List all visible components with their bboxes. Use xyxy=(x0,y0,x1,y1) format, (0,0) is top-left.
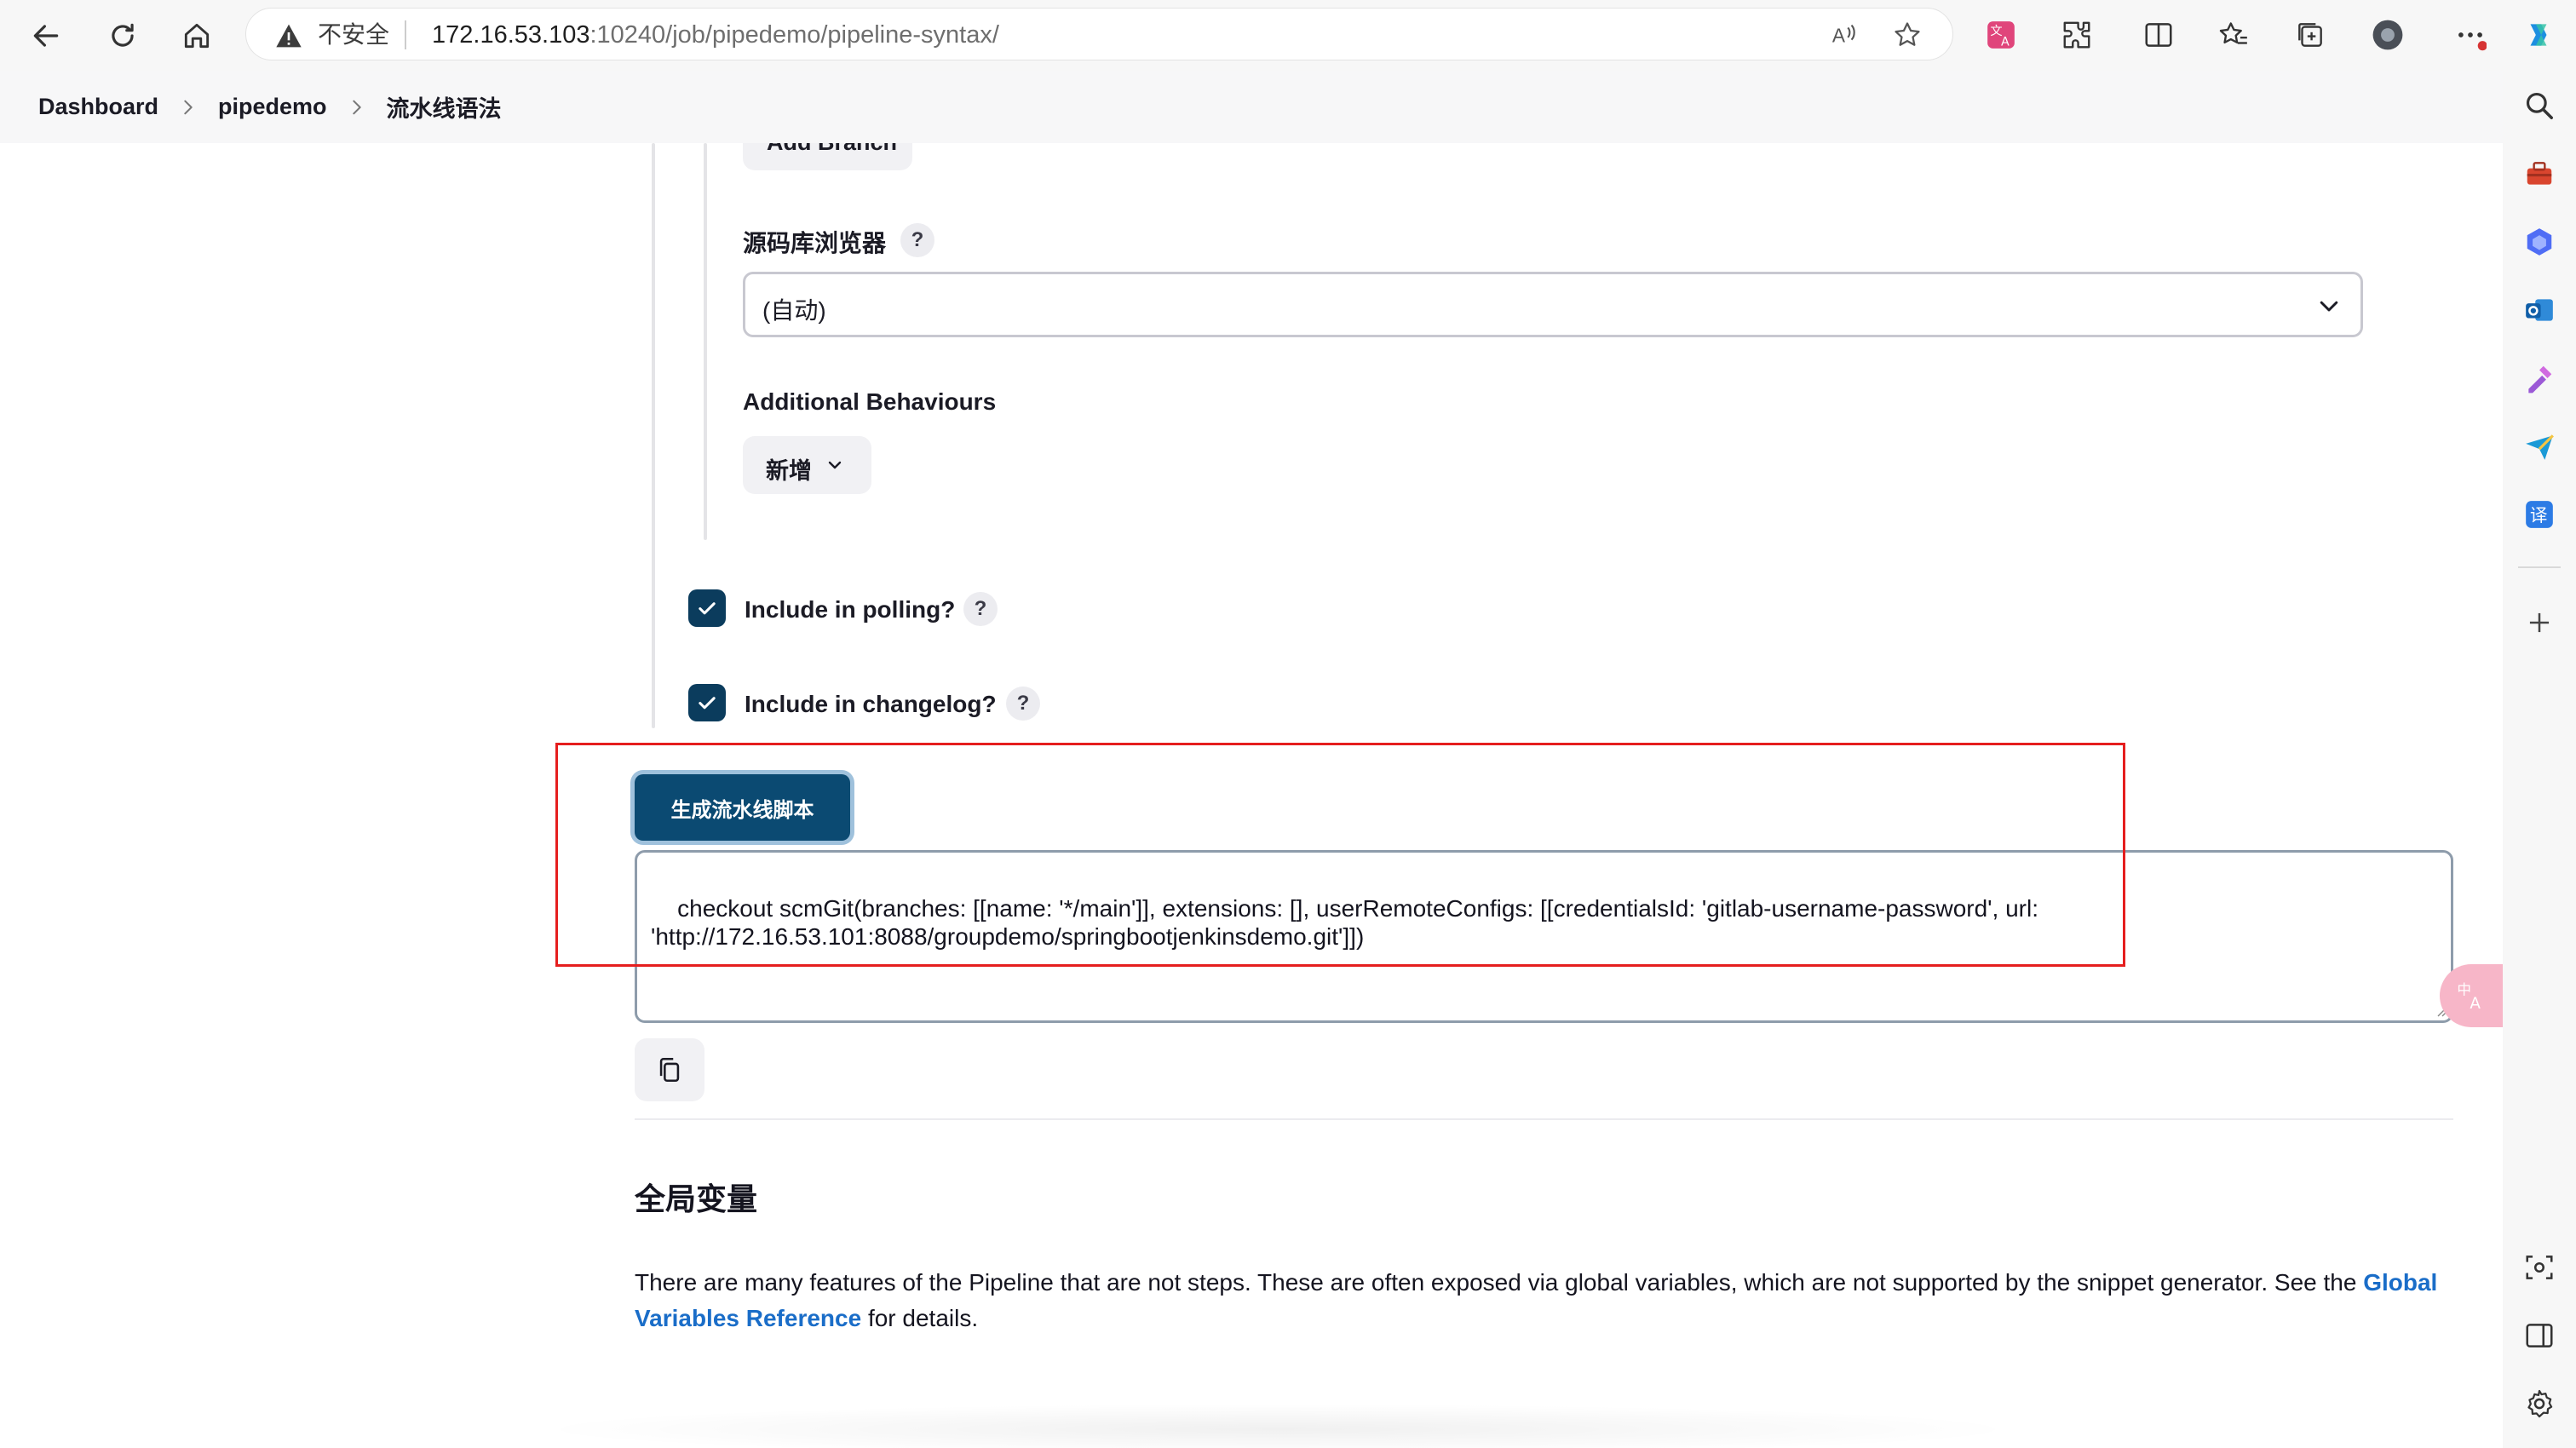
read-aloud-icon[interactable]: A xyxy=(1829,20,1860,50)
include-changelog-checkbox[interactable] xyxy=(688,684,726,721)
svg-text:A: A xyxy=(1832,25,1846,47)
add-branch-button[interactable]: Add Branch xyxy=(743,143,912,170)
inner-section-line xyxy=(704,143,707,540)
copilot-icon[interactable] xyxy=(2518,14,2559,55)
repo-browser-help-button[interactable]: ? xyxy=(900,223,934,257)
sidebar-designer-icon[interactable] xyxy=(2520,359,2559,398)
sidebar-outlook-icon[interactable] xyxy=(2520,290,2559,330)
sidebar-copilot-icon[interactable] xyxy=(2520,222,2559,261)
home-button[interactable] xyxy=(173,12,221,60)
breadcrumb-pipeline-syntax[interactable]: 流水线语法 xyxy=(387,90,502,124)
additional-behaviours-label: Additional Behaviours xyxy=(743,388,997,415)
floating-translate-button[interactable]: 中A xyxy=(2440,964,2503,1027)
favorite-star-icon[interactable] xyxy=(1892,20,1923,50)
global-variables-title: 全局变量 xyxy=(635,1181,758,1216)
browser-toolbar: 不安全 172.16.53.103:10240/job/pipedemo/pip… xyxy=(0,0,2576,71)
translate-extension-icon[interactable]: 文A xyxy=(1981,14,2021,55)
sidebar-add-icon[interactable] xyxy=(2520,603,2559,642)
breadcrumb-pipedemo[interactable]: pipedemo xyxy=(218,94,327,120)
browser-sidebar: 译 xyxy=(2503,71,2576,1448)
include-polling-label[interactable]: Include in polling? xyxy=(745,596,955,623)
bottom-bar-shadow xyxy=(528,1404,2027,1448)
refresh-icon xyxy=(112,23,134,47)
repo-browser-selected: (自动) xyxy=(762,297,826,324)
global-variables-description: There are many features of the Pipeline … xyxy=(635,1265,2492,1336)
svg-text:A: A xyxy=(2470,995,2481,1013)
split-screen-icon[interactable] xyxy=(2138,14,2179,55)
warning-icon xyxy=(276,24,302,48)
translate-icon: 中A xyxy=(2457,981,2481,1013)
include-polling-help-button[interactable]: ? xyxy=(963,592,998,626)
chevron-down-icon xyxy=(828,461,842,469)
global-variables-text-before: There are many features of the Pipeline … xyxy=(635,1269,2364,1296)
checkmark-icon xyxy=(699,697,716,710)
more-options-icon[interactable] xyxy=(2450,14,2491,55)
sidebar-send-icon[interactable] xyxy=(2520,427,2559,466)
arrow-left-icon xyxy=(33,25,59,47)
breadcrumb-dashboard[interactable]: Dashboard xyxy=(38,94,158,120)
sidebar-settings-icon[interactable] xyxy=(2520,1384,2559,1423)
reload-button[interactable] xyxy=(99,12,147,60)
url-path: :10240/job/pipedemo/pipeline-syntax/ xyxy=(589,21,999,49)
sidebar-divider xyxy=(2518,566,2561,568)
copy-icon xyxy=(659,1057,680,1083)
include-polling-checkbox[interactable] xyxy=(688,589,726,627)
pipeline-script-text: checkout scmGit(branches: [[name: '*/mai… xyxy=(651,895,2045,950)
chevron-right-icon xyxy=(327,98,387,117)
repo-browser-select[interactable]: (自动) xyxy=(743,272,2363,337)
sidebar-translate-icon[interactable]: 译 xyxy=(2520,495,2559,534)
global-variables-text-after: for details. xyxy=(861,1305,979,1331)
chevron-down-icon xyxy=(2320,301,2338,312)
sidebar-search-icon[interactable] xyxy=(2520,86,2559,125)
extensions-icon[interactable] xyxy=(2056,14,2097,55)
chevron-right-icon xyxy=(158,98,218,117)
home-icon xyxy=(184,23,210,49)
main-content: Add Branch 源码库浏览器 ? (自动) Additional Beha… xyxy=(0,143,2503,1448)
profile-avatar[interactable] xyxy=(2367,14,2408,55)
security-label[interactable]: 不安全 xyxy=(318,21,389,49)
collections-icon[interactable] xyxy=(2290,14,2331,55)
pipeline-script-output[interactable]: checkout scmGit(branches: [[name: '*/mai… xyxy=(635,850,2453,1023)
sidebar-panel-icon[interactable] xyxy=(2520,1316,2559,1355)
back-button[interactable] xyxy=(22,12,70,60)
sidebar-tools-icon[interactable] xyxy=(2520,154,2559,193)
url-divider xyxy=(405,20,406,49)
sidebar-screenshot-icon[interactable] xyxy=(2520,1248,2559,1287)
repo-browser-label: 源码库浏览器 xyxy=(743,230,887,256)
favorites-icon[interactable] xyxy=(2213,14,2254,55)
generate-pipeline-script-button[interactable]: 生成流水线脚本 xyxy=(635,774,850,841)
section-divider xyxy=(635,1118,2453,1120)
checkmark-icon xyxy=(699,602,716,615)
url-text[interactable]: 172.16.53.103:10240/job/pipedemo/pipelin… xyxy=(432,21,999,49)
add-behaviour-label: 新增 xyxy=(766,458,812,484)
add-behaviour-button[interactable]: 新增 xyxy=(743,436,871,494)
include-changelog-label[interactable]: Include in changelog? xyxy=(745,691,997,718)
outer-section-line xyxy=(652,143,655,728)
address-bar[interactable]: 不安全 172.16.53.103:10240/job/pipedemo/pip… xyxy=(245,8,1953,60)
breadcrumb: Dashboard pipedemo 流水线语法 xyxy=(0,71,2503,143)
svg-text:译: 译 xyxy=(2530,505,2548,526)
svg-text:A: A xyxy=(2001,36,2010,49)
add-branch-label: Add Branch xyxy=(767,143,897,156)
copy-script-button[interactable] xyxy=(635,1038,704,1101)
url-host: 172.16.53.103 xyxy=(432,21,590,49)
include-changelog-help-button[interactable]: ? xyxy=(1006,687,1040,721)
